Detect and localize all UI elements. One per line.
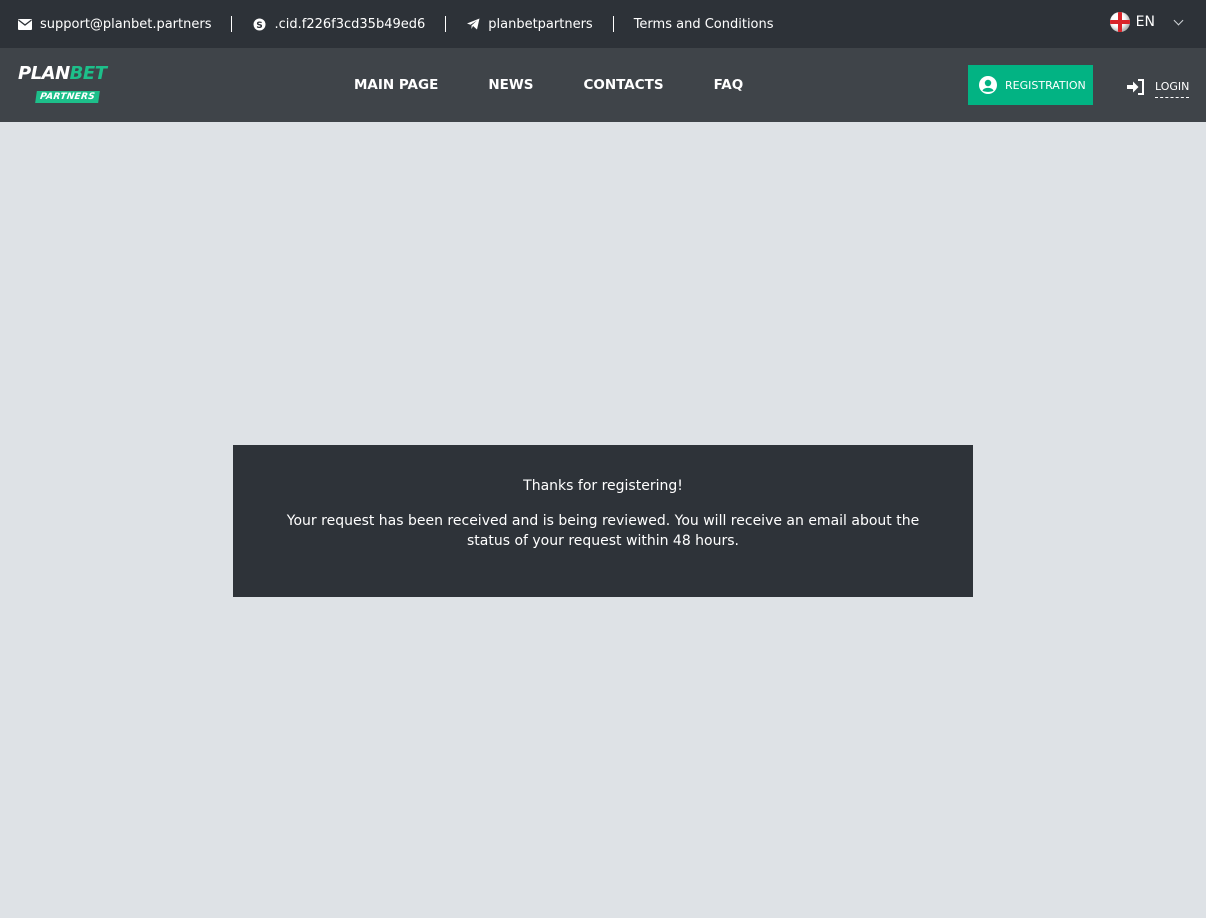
main-navbar: PLANBET PARTNERS MAIN PAGE NEWS CONTACTS… bbox=[0, 48, 1206, 122]
chevron-down-icon bbox=[1173, 15, 1184, 25]
login-button[interactable]: LOGIN bbox=[1127, 76, 1190, 98]
skype-text: .cid.f226f3cd35b49ed6 bbox=[274, 16, 426, 32]
email-text: support@planbet.partners bbox=[40, 16, 212, 32]
language-code: EN bbox=[1135, 14, 1155, 30]
logo-wordmark: PLANBET bbox=[18, 64, 113, 84]
registration-success-message: Thanks for registering! Your request has… bbox=[233, 445, 973, 597]
skype-link[interactable]: S .cid.f226f3cd35b49ed6 bbox=[252, 17, 425, 32]
email-link[interactable]: support@planbet.partners bbox=[18, 17, 211, 32]
language-selector[interactable]: EN bbox=[1109, 12, 1184, 32]
skype-icon: S bbox=[252, 17, 266, 31]
england-flag-icon bbox=[1109, 12, 1130, 32]
message-body: Your request has been received and is be… bbox=[286, 513, 920, 549]
terms-text: Terms and Conditions bbox=[633, 16, 774, 32]
top-bar: support@planbet.partners S .cid.f226f3cd… bbox=[0, 0, 1206, 48]
divider bbox=[445, 16, 447, 32]
divider bbox=[231, 16, 233, 32]
divider bbox=[612, 16, 614, 32]
nav-news[interactable]: NEWS bbox=[488, 77, 533, 93]
nav-main-page[interactable]: MAIN PAGE bbox=[354, 77, 438, 93]
svg-text:S: S bbox=[256, 21, 262, 31]
registration-button[interactable]: REGISTRATION bbox=[968, 65, 1093, 105]
message-title: Thanks for registering! bbox=[523, 478, 683, 494]
logo-partners-badge: PARTNERS bbox=[35, 91, 100, 103]
logo[interactable]: PLANBET PARTNERS bbox=[18, 64, 113, 104]
telegram-link[interactable]: planbetpartners bbox=[466, 16, 593, 32]
sign-in-icon bbox=[1127, 79, 1145, 95]
registration-label: REGISTRATION bbox=[1005, 78, 1086, 92]
logo-plan: PLAN bbox=[18, 63, 70, 84]
envelope-icon bbox=[18, 17, 32, 31]
telegram-icon bbox=[466, 17, 480, 31]
nav-contacts[interactable]: CONTACTS bbox=[583, 77, 663, 93]
main-menu: MAIN PAGE NEWS CONTACTS FAQ bbox=[354, 48, 793, 122]
login-label: LOGIN bbox=[1155, 80, 1190, 98]
telegram-text: planbetpartners bbox=[488, 16, 593, 32]
terms-link[interactable]: Terms and Conditions bbox=[634, 17, 774, 32]
user-circle-icon bbox=[979, 76, 997, 94]
nav-faq[interactable]: FAQ bbox=[714, 77, 744, 93]
logo-bet: BET bbox=[69, 63, 107, 84]
